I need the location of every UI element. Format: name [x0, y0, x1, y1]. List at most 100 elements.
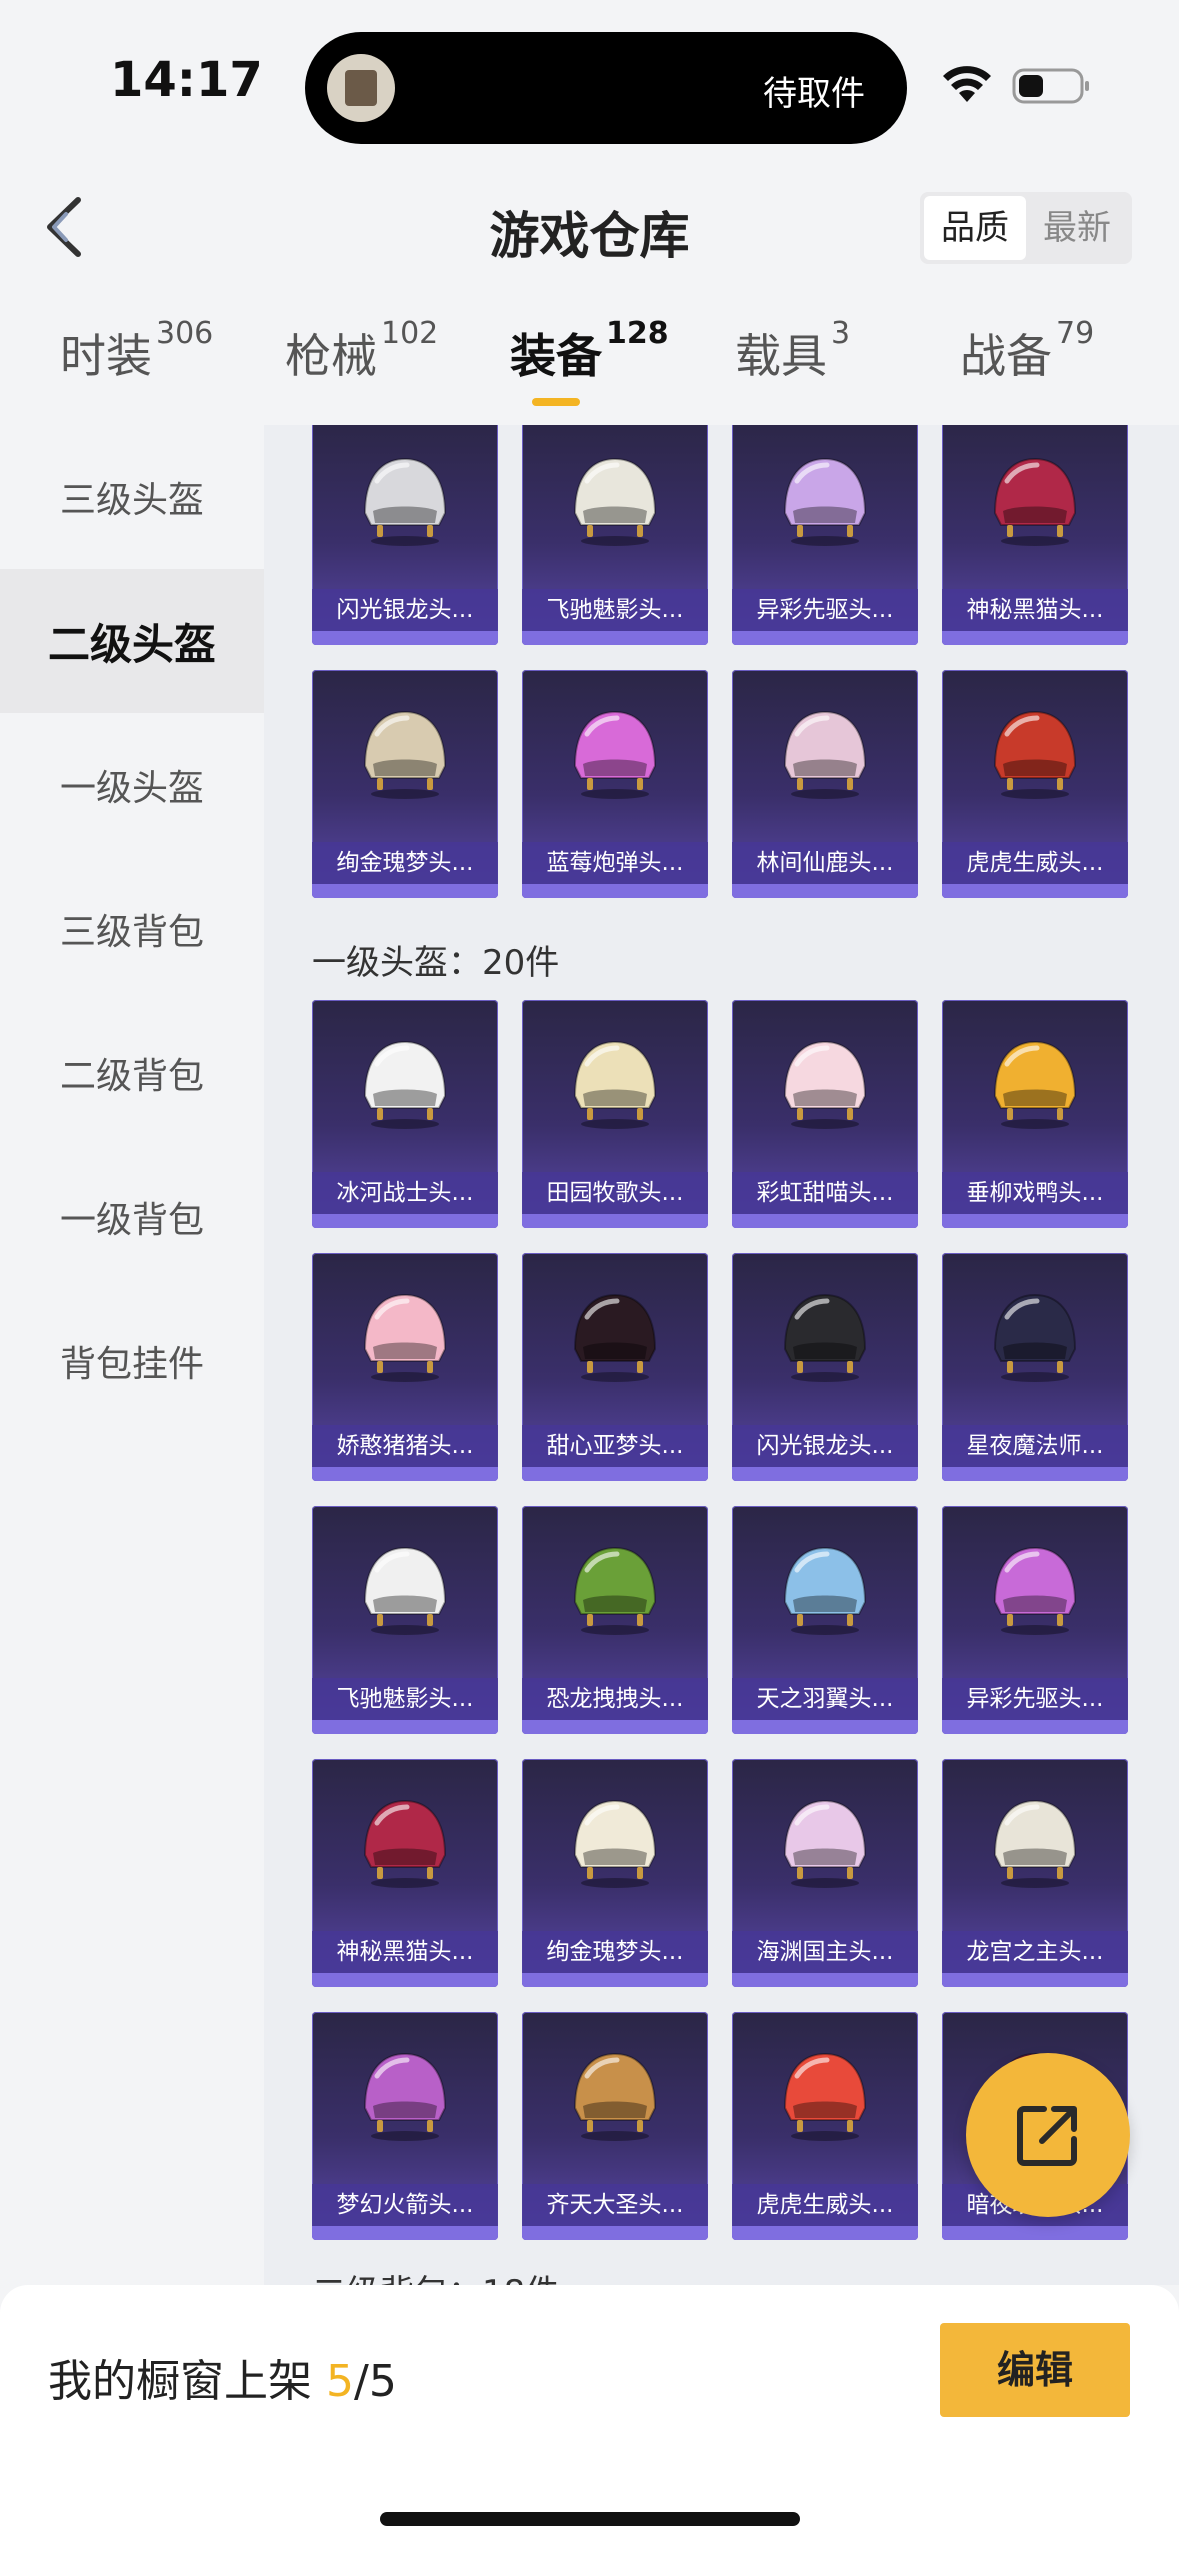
rarity-bar [312, 1973, 498, 1987]
rarity-bar [942, 1214, 1128, 1228]
item-card[interactable]: 异彩先驱头... [732, 425, 918, 645]
item-card[interactable]: 林间仙鹿头... [732, 670, 918, 898]
item-card[interactable]: 虎虎生威头... [942, 670, 1128, 898]
section-title-level1-helmet: 一级头盔：20件 [312, 943, 560, 983]
item-card[interactable]: 闪光银龙头... [312, 425, 498, 645]
item-card[interactable]: 田园牧歌头... [522, 1000, 708, 1228]
helmet-icon [993, 1799, 1077, 1888]
sidebar-item-level3-backpack[interactable]: 三级背包 [0, 857, 264, 1001]
tab-label: 枪械 [285, 329, 377, 383]
item-card-label: 飞驰魅影头... [522, 589, 708, 631]
share-button[interactable] [966, 2053, 1130, 2217]
section-title-level2-backpack: 二级背包：18件 [312, 2265, 559, 2285]
item-card[interactable]: 神秘黑猫头... [942, 425, 1128, 645]
item-card[interactable]: 梦幻火箭头... [312, 2012, 498, 2240]
tab-count: 128 [606, 316, 669, 351]
item-card-label: 林间仙鹿头... [732, 842, 918, 884]
helmet-icon [573, 1293, 657, 1382]
item-card-label: 蓝莓炮弹头... [522, 842, 708, 884]
rarity-bar [522, 2226, 708, 2240]
helmet-icon [363, 2052, 447, 2141]
helmet-icon [573, 1799, 657, 1888]
sidebar: 三级头盔 二级头盔 一级头盔 三级背包 二级背包 一级背包 背包挂件 [0, 425, 264, 2285]
rarity-bar [312, 1214, 498, 1228]
item-card[interactable]: 垂柳戏鸭头... [942, 1000, 1128, 1228]
item-grid: 一级头盔：20件 二级背包：18件 闪光银龙头... 飞驰魅影头... 异彩先驱头.… [264, 425, 1179, 2285]
rarity-bar [522, 1214, 708, 1228]
tab-label: 战备 [960, 329, 1052, 383]
edit-button[interactable]: 编辑 [940, 2323, 1130, 2417]
rarity-bar [312, 884, 498, 898]
showcase-count: 5 [326, 2356, 354, 2407]
rarity-bar [942, 1973, 1128, 1987]
tab-count: 306 [156, 316, 214, 351]
item-card[interactable]: 娇憨猪猪头... [312, 1253, 498, 1481]
item-card-label: 冰河战士头... [312, 1172, 498, 1214]
rarity-bar [522, 1467, 708, 1481]
tab-supplies[interactable]: 战备 79 [960, 316, 1094, 386]
item-card-label: 神秘黑猫头... [942, 589, 1128, 631]
dynamic-island[interactable]: 待取件 [305, 32, 907, 144]
helmet-icon [783, 1293, 867, 1382]
helmet-icon [363, 1293, 447, 1382]
rarity-bar [942, 1467, 1128, 1481]
category-tabs: 时装 306 枪械 102 装备 128 载具 3 战备 79 [0, 316, 1179, 420]
item-card[interactable]: 彩虹甜喵头... [732, 1000, 918, 1228]
island-text: 待取件 [763, 74, 865, 114]
rarity-bar [522, 884, 708, 898]
item-card[interactable]: 飞驰魅影头... [522, 425, 708, 645]
rarity-bar [732, 1720, 918, 1734]
tab-label: 装备 [510, 329, 602, 383]
active-tab-indicator [532, 398, 580, 406]
helmet-icon [573, 710, 657, 799]
helmet-icon [783, 710, 867, 799]
sidebar-item-level2-helmet[interactable]: 二级头盔 [0, 569, 264, 713]
tab-firearms[interactable]: 枪械 102 [285, 316, 438, 386]
item-card[interactable]: 冰河战士头... [312, 1000, 498, 1228]
sidebar-item-backpack-charm[interactable]: 背包挂件 [0, 1289, 264, 1433]
item-card[interactable]: 星夜魔法师... [942, 1253, 1128, 1481]
helmet-icon [573, 1040, 657, 1129]
helmet-icon [993, 1293, 1077, 1382]
item-card[interactable]: 异彩先驱头... [942, 1506, 1128, 1734]
sidebar-item-level1-backpack[interactable]: 一级背包 [0, 1145, 264, 1289]
sidebar-item-level3-helmet[interactable]: 三级头盔 [0, 425, 264, 569]
sidebar-item-level1-helmet[interactable]: 一级头盔 [0, 713, 264, 857]
helmet-icon [783, 1799, 867, 1888]
item-card[interactable]: 闪光银龙头... [732, 1253, 918, 1481]
item-card[interactable]: 恐龙拽拽头... [522, 1506, 708, 1734]
item-card[interactable]: 龙宫之主头... [942, 1759, 1128, 1987]
item-card[interactable]: 海渊国主头... [732, 1759, 918, 1987]
tab-vehicles[interactable]: 载具 3 [735, 316, 850, 386]
item-card[interactable]: 齐天大圣头... [522, 2012, 708, 2240]
rarity-bar [732, 884, 918, 898]
helmet-icon [363, 1040, 447, 1129]
helmet-icon [993, 1040, 1077, 1129]
item-card-label: 虎虎生威头... [732, 2184, 918, 2226]
item-card-label: 彩虹甜喵头... [732, 1172, 918, 1214]
item-card-label: 垂柳戏鸭头... [942, 1172, 1128, 1214]
tab-equipment[interactable]: 装备 128 [510, 316, 669, 386]
rarity-bar [732, 2226, 918, 2240]
item-card[interactable]: 绚金瑰梦头... [522, 1759, 708, 1987]
item-card-label: 田园牧歌头... [522, 1172, 708, 1214]
item-card-label: 娇憨猪猪头... [312, 1425, 498, 1467]
sort-quality-button[interactable]: 品质 [924, 196, 1026, 260]
item-card[interactable]: 虎虎生威头... [732, 2012, 918, 2240]
rarity-bar [732, 1467, 918, 1481]
sort-latest-button[interactable]: 最新 [1026, 196, 1128, 260]
sidebar-item-level2-backpack[interactable]: 二级背包 [0, 1001, 264, 1145]
rarity-bar [522, 1973, 708, 1987]
item-card-label: 异彩先驱头... [732, 589, 918, 631]
tab-label: 载具 [735, 329, 827, 383]
wifi-icon [943, 66, 991, 102]
item-card-label: 甜心亚梦头... [522, 1425, 708, 1467]
helmet-icon [363, 710, 447, 799]
tab-fashion[interactable]: 时装 306 [60, 316, 213, 386]
item-card[interactable]: 神秘黑猫头... [312, 1759, 498, 1987]
item-card[interactable]: 飞驰魅影头... [312, 1506, 498, 1734]
item-card[interactable]: 绚金瑰梦头... [312, 670, 498, 898]
item-card[interactable]: 蓝莓炮弹头... [522, 670, 708, 898]
item-card[interactable]: 天之羽翼头... [732, 1506, 918, 1734]
item-card[interactable]: 甜心亚梦头... [522, 1253, 708, 1481]
